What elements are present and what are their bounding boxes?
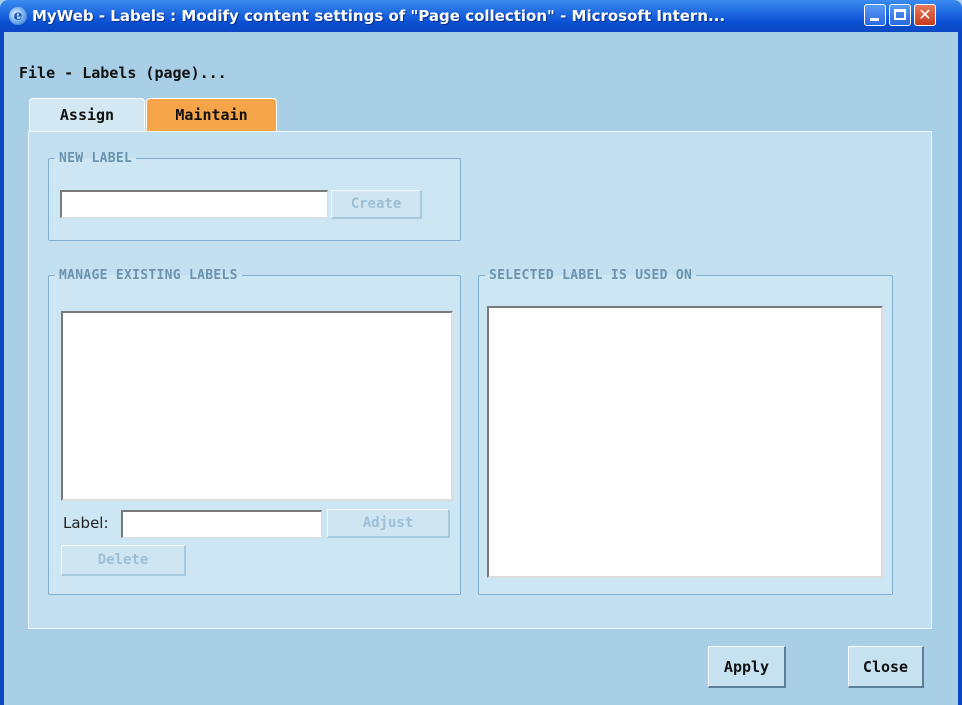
create-button[interactable]: Create (331, 190, 422, 219)
close-window-button[interactable]: ✕ (914, 4, 936, 26)
tab-maintain[interactable]: Maintain (146, 98, 277, 131)
existing-labels-list[interactable] (61, 311, 453, 501)
adjust-button[interactable]: Adjust (327, 509, 450, 538)
used-on-legend: SELECTED LABEL IS USED ON (489, 268, 693, 283)
maximize-button[interactable] (889, 4, 911, 26)
window-title: MyWeb - Labels : Modify content settings… (32, 7, 726, 25)
page-header: File - Labels (page)... (19, 64, 227, 82)
label-field-label: Label: (63, 514, 109, 532)
used-on-list[interactable] (487, 306, 883, 578)
window-frame-right (958, 32, 962, 705)
new-label-input[interactable] (60, 190, 328, 218)
delete-button[interactable]: Delete (61, 545, 186, 576)
minimize-button[interactable] (864, 4, 886, 26)
title-bar[interactable]: e MyWeb - Labels : Modify content settin… (0, 0, 962, 32)
label-edit-input[interactable] (121, 510, 322, 538)
close-button[interactable]: Close (848, 646, 924, 688)
ie-icon: e (9, 7, 27, 25)
minimize-icon (870, 18, 879, 21)
manage-labels-legend: MANAGE EXISTING LABELS (59, 268, 238, 283)
window-frame-left (0, 32, 4, 705)
close-icon: ✕ (918, 5, 932, 24)
apply-button[interactable]: Apply (708, 646, 786, 688)
maximize-icon (894, 9, 906, 20)
tab-assign[interactable]: Assign (29, 98, 145, 131)
new-label-legend: NEW LABEL (59, 151, 133, 166)
